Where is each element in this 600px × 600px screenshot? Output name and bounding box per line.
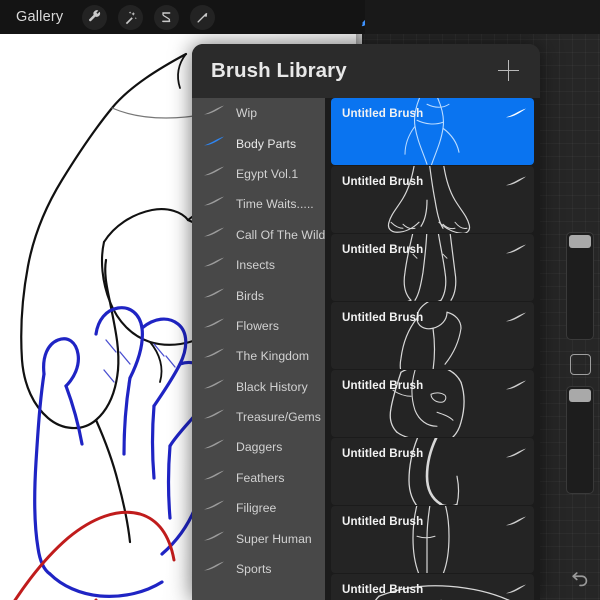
brush-stroke-icon bbox=[505, 379, 526, 391]
brush-set-label: Black History bbox=[236, 379, 308, 394]
brush-stroke-icon bbox=[203, 317, 225, 335]
brush-set-label: Time Waits..... bbox=[236, 197, 314, 212]
brush-set-row[interactable]: Birds bbox=[192, 280, 325, 310]
brush-stroke-icon bbox=[203, 560, 225, 578]
brush-name: Untitled Brush bbox=[342, 515, 424, 528]
brush-set-row[interactable]: Body Parts bbox=[192, 128, 325, 158]
brush-row[interactable]: Untitled Brush bbox=[331, 234, 534, 301]
brush-stroke-icon bbox=[203, 530, 225, 548]
brush-sidebar bbox=[566, 232, 594, 587]
brush-set-label: Super Human bbox=[236, 531, 312, 546]
brush-name: Untitled Brush bbox=[342, 175, 424, 188]
top-toolbar: Gallery bbox=[0, 0, 600, 34]
brush-stroke-icon bbox=[505, 311, 526, 323]
brush-stroke-icon bbox=[203, 104, 225, 122]
panel-title: Brush Library bbox=[211, 59, 347, 82]
brush-row[interactable]: Untitled Brush bbox=[331, 98, 534, 165]
brush-name: Untitled Brush bbox=[342, 583, 424, 596]
brush-stroke-icon bbox=[203, 347, 225, 365]
brush-size-knob[interactable] bbox=[569, 235, 591, 248]
brush-set-row[interactable]: Insects bbox=[192, 250, 325, 280]
brush-set-label: Sports bbox=[236, 562, 272, 577]
brush-set-label: Feathers bbox=[236, 470, 285, 485]
brush-set-label: Call Of The Wild bbox=[236, 227, 325, 242]
arrow-transform-icon[interactable] bbox=[190, 4, 216, 30]
brush-row[interactable]: Untitled Brush bbox=[331, 166, 534, 233]
brush-set-label: Flowers bbox=[236, 318, 280, 333]
brush-set-row[interactable]: Egypt Vol.1 bbox=[192, 159, 325, 189]
brush-stroke-icon bbox=[203, 165, 225, 183]
brush-set-label: Egypt Vol.1 bbox=[236, 166, 299, 181]
brush-library-body: Wip Body Parts Egypt Vol.1 Time Waits..... C… bbox=[192, 98, 540, 600]
brush-set-label: Daggers bbox=[236, 440, 283, 455]
selection-s-icon[interactable] bbox=[154, 4, 180, 30]
brush-set-row[interactable]: Wip bbox=[192, 98, 325, 128]
brush-set-row[interactable]: Treasure/Gems bbox=[192, 402, 325, 432]
brush-stroke-icon bbox=[203, 378, 225, 396]
brush-stroke-icon bbox=[203, 408, 225, 426]
brush-set-row[interactable]: The Kingdom bbox=[192, 341, 325, 371]
brush-set-label: Wip bbox=[236, 106, 258, 121]
brush-set-label: Insects bbox=[236, 258, 275, 273]
wrench-icon[interactable] bbox=[82, 4, 108, 30]
brush-set-row[interactable]: Filigree bbox=[192, 493, 325, 523]
brush-set-row[interactable]: Call Of The Wild bbox=[192, 220, 325, 250]
toolbar-right-band bbox=[365, 0, 600, 34]
modify-button[interactable] bbox=[570, 354, 591, 375]
brush-stroke-icon bbox=[203, 135, 225, 153]
brush-stroke-icon bbox=[203, 469, 225, 487]
brush-set-row[interactable]: Daggers bbox=[192, 432, 325, 462]
brush-set-row[interactable]: Time Waits..... bbox=[192, 189, 325, 219]
brush-name: Untitled Brush bbox=[342, 243, 424, 256]
brush-stroke-icon bbox=[505, 175, 526, 187]
brush-set-row[interactable]: Sports bbox=[192, 554, 325, 584]
brush-set-row[interactable]: Black History bbox=[192, 372, 325, 402]
brush-stroke-icon bbox=[505, 583, 526, 595]
brush-name: Untitled Brush bbox=[342, 311, 424, 324]
plus-icon[interactable] bbox=[498, 60, 520, 82]
brush-row[interactable]: Untitled Brush bbox=[331, 370, 534, 437]
brush-row[interactable]: Untitled Brush bbox=[331, 302, 534, 369]
brush-stroke-icon bbox=[203, 226, 225, 244]
brush-stroke-icon bbox=[505, 243, 526, 255]
brush-stroke-icon bbox=[505, 107, 526, 119]
brush-row[interactable]: Untitled Brush bbox=[331, 438, 534, 505]
brush-stroke-icon bbox=[505, 447, 526, 459]
brush-set-row[interactable]: Flowers bbox=[192, 311, 325, 341]
brush-stroke-icon bbox=[505, 515, 526, 527]
brush-set-label: Birds bbox=[236, 288, 265, 303]
brush-size-slider[interactable] bbox=[566, 232, 594, 340]
brush-set-label: Filigree bbox=[236, 501, 277, 516]
toolbar-left-group bbox=[82, 4, 216, 30]
brush-name: Untitled Brush bbox=[342, 379, 424, 392]
brush-stroke-icon bbox=[203, 438, 225, 456]
brush-stroke-icon bbox=[203, 256, 225, 274]
magic-wand-icon[interactable] bbox=[118, 4, 144, 30]
brush-set-label: The Kingdom bbox=[236, 349, 310, 364]
brush-stroke-icon bbox=[203, 195, 225, 213]
brush-name: Untitled Brush bbox=[342, 447, 424, 460]
brush-set-row[interactable]: Super Human bbox=[192, 523, 325, 553]
brush-list[interactable]: Untitled Brush Untitled Brush Untitled Bru… bbox=[325, 98, 540, 600]
brush-set-list[interactable]: Wip Body Parts Egypt Vol.1 Time Waits..... C… bbox=[192, 98, 325, 600]
procreate-app: Gallery Brush Library Wip Body Parts Egy… bbox=[0, 0, 600, 600]
brush-opacity-slider[interactable] bbox=[566, 386, 594, 494]
brush-library-panel: Brush Library Wip Body Parts Egypt Vol.1 Ti… bbox=[192, 44, 540, 600]
undo-icon[interactable] bbox=[568, 568, 592, 590]
brush-stroke-icon bbox=[203, 287, 225, 305]
brush-stroke-icon bbox=[203, 499, 225, 517]
brush-row[interactable]: Untitled Brush bbox=[331, 574, 534, 600]
brush-row[interactable]: Untitled Brush bbox=[331, 506, 534, 573]
gallery-button[interactable]: Gallery bbox=[16, 9, 63, 25]
brush-opacity-knob[interactable] bbox=[569, 389, 591, 402]
brush-name: Untitled Brush bbox=[342, 107, 424, 120]
brush-set-label: Body Parts bbox=[236, 136, 297, 151]
brush-set-label: Treasure/Gems bbox=[236, 410, 321, 425]
brush-library-header: Brush Library bbox=[192, 44, 540, 98]
brush-set-row[interactable]: Feathers bbox=[192, 463, 325, 493]
